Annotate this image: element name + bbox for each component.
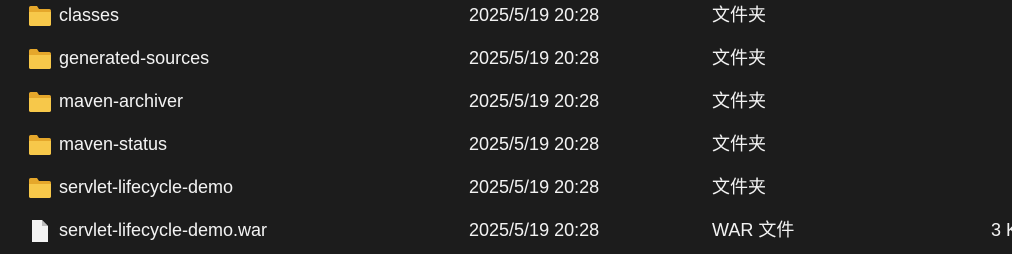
folder-icon [28,134,52,156]
file-type: 文件夹 [712,48,766,68]
folder-icon [28,91,52,113]
file-row-servlet-lifecycle-demo[interactable]: servlet-lifecycle-demo 2025/5/19 20:28 文… [0,166,1012,209]
file-modified-date: 2025/5/19 20:28 [469,91,600,111]
folder-icon [28,177,52,199]
file-name: classes [59,5,120,25]
folder-icon [28,5,52,27]
file-modified-date: 2025/5/19 20:28 [469,48,600,68]
file-icon [28,220,52,242]
file-type: 文件夹 [712,91,766,111]
file-modified-date: 2025/5/19 20:28 [469,134,600,154]
file-modified-date: 2025/5/19 20:28 [469,5,600,25]
file-modified-date: 2025/5/19 20:28 [469,220,600,240]
file-name: servlet-lifecycle-demo [59,177,234,197]
file-row-generated-sources[interactable]: generated-sources 2025/5/19 20:28 文件夹 [0,37,1012,80]
file-row-servlet-lifecycle-demo-war[interactable]: servlet-lifecycle-demo.war 2025/5/19 20:… [0,209,1012,252]
file-name: maven-archiver [59,91,184,111]
file-row-maven-archiver[interactable]: maven-archiver 2025/5/19 20:28 文件夹 [0,80,1012,123]
file-name: generated-sources [59,48,210,68]
file-list: classes 2025/5/19 20:28 文件夹 generated-so… [0,0,1012,254]
file-row-maven-status[interactable]: maven-status 2025/5/19 20:28 文件夹 [0,123,1012,166]
folder-icon [28,48,52,70]
file-type: 文件夹 [712,5,766,25]
file-name: maven-status [59,134,168,154]
file-name: servlet-lifecycle-demo.war [59,220,268,240]
file-size: 3 K [991,220,1012,240]
file-type: WAR 文件 [712,220,795,240]
file-modified-date: 2025/5/19 20:28 [469,177,600,197]
file-row-classes[interactable]: classes 2025/5/19 20:28 文件夹 [0,0,1012,37]
file-type: 文件夹 [712,177,766,197]
file-type: 文件夹 [712,134,766,154]
